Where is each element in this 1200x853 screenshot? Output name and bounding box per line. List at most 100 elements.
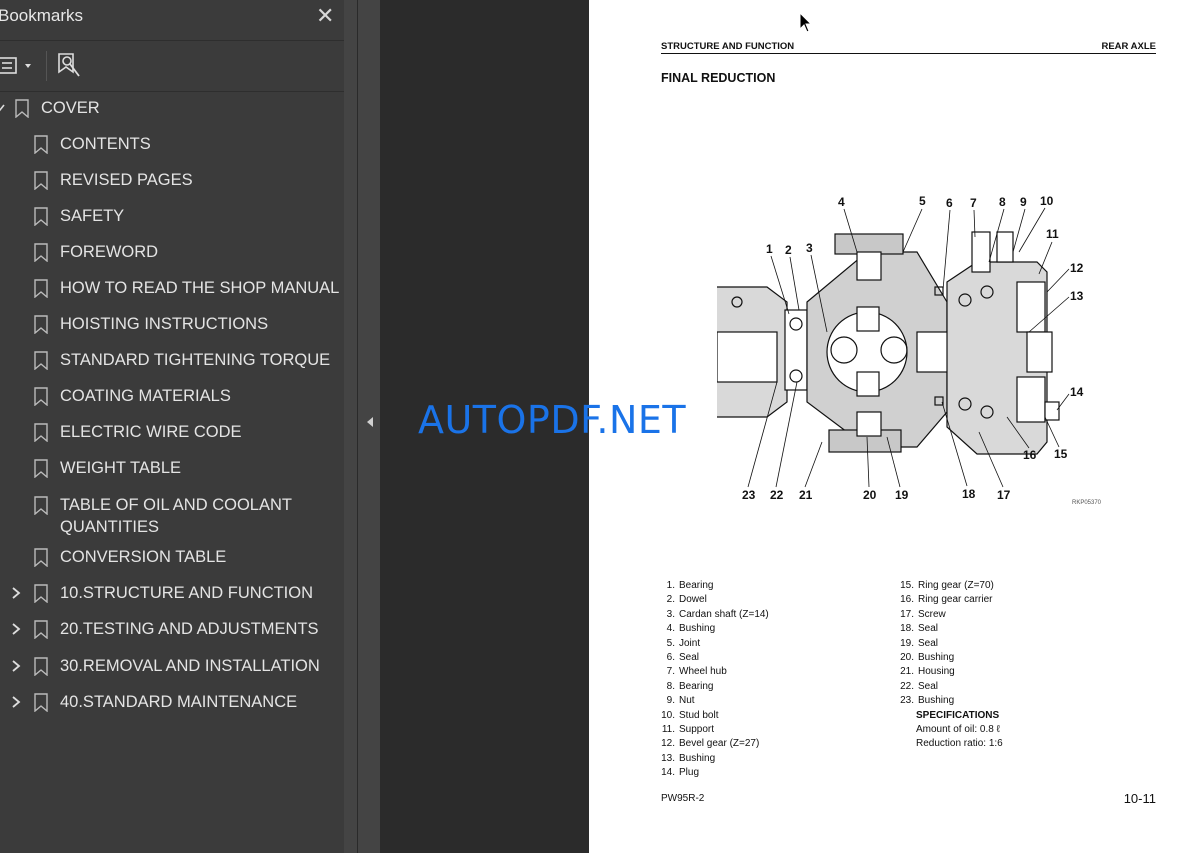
bookmark-item[interactable]: 40.STANDARD MAINTENANCE xyxy=(0,691,344,715)
part-number: 19. xyxy=(900,637,914,649)
bookmark-item[interactable]: CONVERSION TABLE xyxy=(0,546,344,570)
page-footer-model: PW95R-2 xyxy=(661,793,705,804)
options-menu-icon[interactable] xyxy=(0,55,36,77)
part-number: 12. xyxy=(661,738,675,750)
callout-8: 8 xyxy=(999,195,1006,209)
part-number: 6. xyxy=(666,651,675,663)
figure-code: RKP05370 xyxy=(1072,500,1102,506)
chevron-down-icon[interactable] xyxy=(0,100,6,116)
callout-11: 11 xyxy=(1046,227,1059,241)
chevron-right-icon[interactable] xyxy=(10,621,22,637)
bookmark-label: CONVERSION TABLE xyxy=(60,548,227,566)
callout-9: 9 xyxy=(1020,195,1027,209)
final-reduction-diagram: 4 5 6 7 8 9 10 11 12 13 1 2 3 14 23 22 2… xyxy=(717,194,1084,502)
part-number: 17. xyxy=(900,608,914,620)
part-number: 7. xyxy=(666,666,675,678)
callout-23: 23 xyxy=(742,488,756,502)
bookmark-item[interactable]: REVISED PAGES xyxy=(0,169,344,193)
bookmark-icon xyxy=(34,657,48,676)
bookmark-icon xyxy=(34,135,48,154)
part-number: 20. xyxy=(900,651,914,663)
part-list-item: 23. Bushing xyxy=(894,694,1003,708)
bookmark-item[interactable]: 10.STRUCTURE AND FUNCTION xyxy=(0,582,344,606)
bookmark-item[interactable]: STANDARD TIGHTENING TORQUE xyxy=(0,349,344,373)
bookmark-icon xyxy=(34,279,48,298)
callout-7: 7 xyxy=(970,196,977,210)
bookmark-item[interactable]: HOW TO READ THE SHOP MANUAL xyxy=(0,277,344,301)
bookmark-item[interactable]: ELECTRIC WIRE CODE xyxy=(0,421,344,445)
part-list-item: 21. Housing xyxy=(894,665,1003,679)
bookmark-label: SAFETY xyxy=(60,207,125,225)
watermark-text: AUTOPDF.NET xyxy=(418,398,687,442)
bookmark-label: FOREWORD xyxy=(60,243,159,261)
specifications-title: SPECIFICATIONS xyxy=(916,709,1000,721)
bookmark-icon xyxy=(34,207,48,226)
part-list-item: 11. Support xyxy=(655,723,769,737)
part-list-item: 1. Bearing xyxy=(655,579,769,593)
part-list-item: 15. Ring gear (Z=70) xyxy=(894,579,1003,593)
part-number: 23. xyxy=(900,695,914,707)
part-number: 22. xyxy=(900,680,914,692)
bookmarks-header: Bookmarks ✕ xyxy=(0,0,344,41)
bookmarks-toolbar xyxy=(0,41,344,92)
chevron-right-icon[interactable] xyxy=(10,658,22,674)
part-list-item: 6. Seal xyxy=(655,651,769,665)
part-name: Bevel gear (Z=27) xyxy=(679,738,760,750)
part-name: Support xyxy=(679,723,715,735)
bookmark-icon xyxy=(34,315,48,334)
bookmark-item[interactable]: WEIGHT TABLE xyxy=(0,457,344,481)
part-number: 21. xyxy=(900,666,914,678)
part-number: 5. xyxy=(666,637,675,649)
callout-2: 2 xyxy=(785,243,792,257)
bookmarks-panel: Bookmarks ✕ COVER CONTENTS REVISED PAGES SA… xyxy=(0,0,344,853)
bookmark-label: COVER xyxy=(41,99,100,117)
part-number: 2. xyxy=(666,594,675,606)
chevron-right-icon[interactable] xyxy=(10,585,22,601)
bookmark-label: 30.REMOVAL AND INSTALLATION xyxy=(60,657,320,675)
part-list-item: 13. Bushing xyxy=(655,752,769,766)
close-icon[interactable]: ✕ xyxy=(316,3,334,29)
callout-6: 6 xyxy=(946,196,953,210)
page-header-left: STRUCTURE AND FUNCTION xyxy=(661,41,795,52)
section-title: FINAL REDUCTION xyxy=(661,71,776,85)
bookmark-item[interactable]: 20.TESTING AND ADJUSTMENTS xyxy=(0,618,344,642)
part-number: 9. xyxy=(666,695,675,707)
part-list-item: 4. Bushing xyxy=(655,622,769,636)
part-list-item: 18. Seal xyxy=(894,622,1003,636)
part-list-item: 19. Seal xyxy=(894,637,1003,651)
bookmark-item[interactable]: TABLE OF OIL AND COOLANT QUANTITIES xyxy=(0,494,344,540)
callout-20: 20 xyxy=(863,488,877,502)
bookmark-icon xyxy=(34,351,48,370)
bookmark-label: 40.STANDARD MAINTENANCE xyxy=(60,693,298,711)
callout-5: 5 xyxy=(919,194,926,208)
bookmark-item[interactable]: COVER xyxy=(0,97,344,121)
bookmark-item[interactable]: HOISTING INSTRUCTIONS xyxy=(0,313,344,337)
bookmark-item[interactable]: SAFETY xyxy=(0,205,344,229)
collapse-panel-icon[interactable] xyxy=(364,414,376,430)
bookmark-icon xyxy=(34,423,48,442)
callout-13: 13 xyxy=(1070,289,1084,303)
header-rule xyxy=(661,53,1156,54)
bookmark-item[interactable]: 30.REMOVAL AND INSTALLATION xyxy=(0,655,344,679)
bookmark-item[interactable]: CONTENTS xyxy=(0,133,344,157)
bookmark-label: TABLE OF OIL AND COOLANT QUANTITIES xyxy=(60,496,292,536)
part-number: 3. xyxy=(666,608,675,620)
part-name: Bushing xyxy=(679,752,716,764)
part-list-item: 22. Seal xyxy=(894,680,1003,694)
callout-18: 18 xyxy=(962,487,976,501)
bookmark-item[interactable]: COATING MATERIALS xyxy=(0,385,344,409)
part-number: 15. xyxy=(900,580,914,591)
callout-14: 14 xyxy=(1070,385,1084,399)
spec-reduction-ratio: Reduction ratio: 1:6 xyxy=(916,738,1003,750)
find-bookmark-icon[interactable] xyxy=(55,52,83,80)
chevron-right-icon[interactable] xyxy=(10,694,22,710)
part-name: Bearing xyxy=(679,680,714,692)
part-name: Ring gear (Z=70) xyxy=(918,580,994,591)
part-number: 4. xyxy=(666,623,675,635)
part-list-item: 7. Wheel hub xyxy=(655,665,769,679)
part-list-item: 9. Nut xyxy=(655,694,769,708)
bookmark-label: REVISED PAGES xyxy=(60,171,193,189)
bookmark-label: ELECTRIC WIRE CODE xyxy=(60,423,242,441)
splitter-line xyxy=(357,0,358,853)
bookmark-item[interactable]: FOREWORD xyxy=(0,241,344,265)
